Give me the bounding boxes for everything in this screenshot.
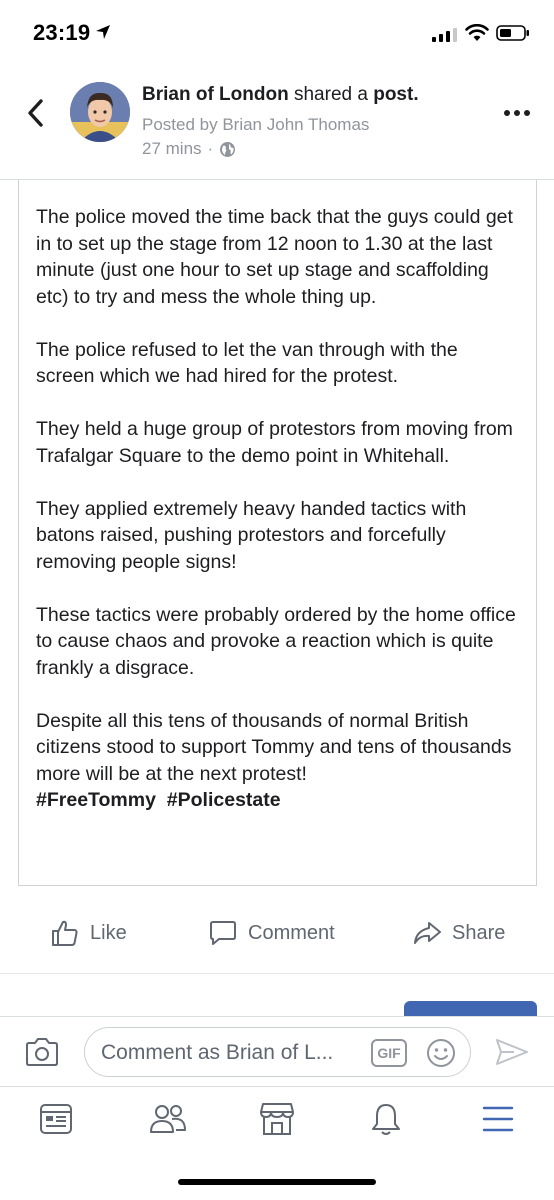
share-label: Share (452, 921, 506, 944)
post-paragraph: The police moved the time back that the … (36, 206, 513, 308)
share-headline: Brian of London shared a post. (142, 84, 419, 106)
post-paragraph: They held a huge group of protestors fro… (36, 418, 513, 467)
post-paragraph: These tactics were probably ordered by t… (36, 603, 516, 679)
hashtag-link[interactable]: #FreeTommy (36, 789, 156, 811)
like-button[interactable]: Like (50, 916, 127, 950)
marketplace-icon[interactable] (258, 1101, 296, 1137)
news-feed-icon[interactable] (38, 1101, 74, 1137)
location-arrow-icon (96, 25, 110, 39)
globe-icon (220, 141, 236, 157)
comment-composer: Comment as Brian of L... GIF (0, 1016, 554, 1086)
emoji-icon[interactable] (425, 1037, 457, 1069)
cellular-signal-icon (432, 28, 457, 42)
thumbs-up-icon (52, 920, 78, 946)
like-label: Like (90, 921, 127, 944)
more-options-icon[interactable] (502, 108, 532, 118)
post-header: Brian of London shared a post. Posted by… (0, 66, 554, 180)
post-link[interactable]: post. (373, 84, 418, 105)
meta-separator: · (207, 139, 214, 158)
gif-button[interactable]: GIF (371, 1039, 407, 1067)
posted-by: Posted by Brian John Thomas (142, 115, 370, 134)
author-avatar[interactable] (70, 82, 130, 142)
author-name[interactable]: Brian of London (142, 84, 289, 105)
send-icon[interactable] (494, 1037, 530, 1067)
post-paragraph: Despite all this tens of thousands of no… (36, 708, 521, 814)
post-text: The police moved the time back that the … (36, 204, 521, 814)
hashtag-link[interactable]: #Policestate (167, 789, 281, 811)
comment-bubble-icon (210, 921, 236, 945)
comment-input[interactable]: Comment as Brian of L... GIF (84, 1027, 471, 1077)
post-paragraph-text: Despite all this tens of thousands of no… (36, 709, 512, 785)
share-arrow-icon (414, 922, 441, 944)
post-paragraph: They applied extremely heavy handed tact… (36, 497, 467, 573)
status-time: 23:19 (33, 20, 91, 45)
comment-placeholder: Comment as Brian of L... (101, 1041, 334, 1064)
post-actions: Like Comment Share (0, 900, 554, 974)
wifi-icon (465, 24, 489, 41)
shared-post-card: The police moved the time back that the … (18, 180, 537, 886)
post-paragraph: The police refused to let the van throug… (36, 338, 458, 388)
post-time[interactable]: 27 mins (142, 139, 202, 159)
friends-icon[interactable] (148, 1101, 188, 1137)
notifications-icon[interactable] (368, 1101, 404, 1137)
comment-button[interactable]: Comment (208, 916, 335, 950)
camera-icon[interactable] (24, 1037, 60, 1067)
shared-text: shared a (293, 84, 368, 105)
comment-label: Comment (248, 921, 335, 944)
avatar-illustration (70, 82, 130, 142)
menu-icon[interactable] (480, 1101, 516, 1137)
back-chevron-icon[interactable] (22, 96, 50, 130)
post-meta: 27 mins · (142, 139, 236, 159)
status-bar: 23:19 (0, 0, 554, 66)
share-button[interactable]: Share (412, 916, 505, 950)
battery-icon (496, 25, 529, 41)
home-indicator[interactable] (178, 1179, 376, 1185)
